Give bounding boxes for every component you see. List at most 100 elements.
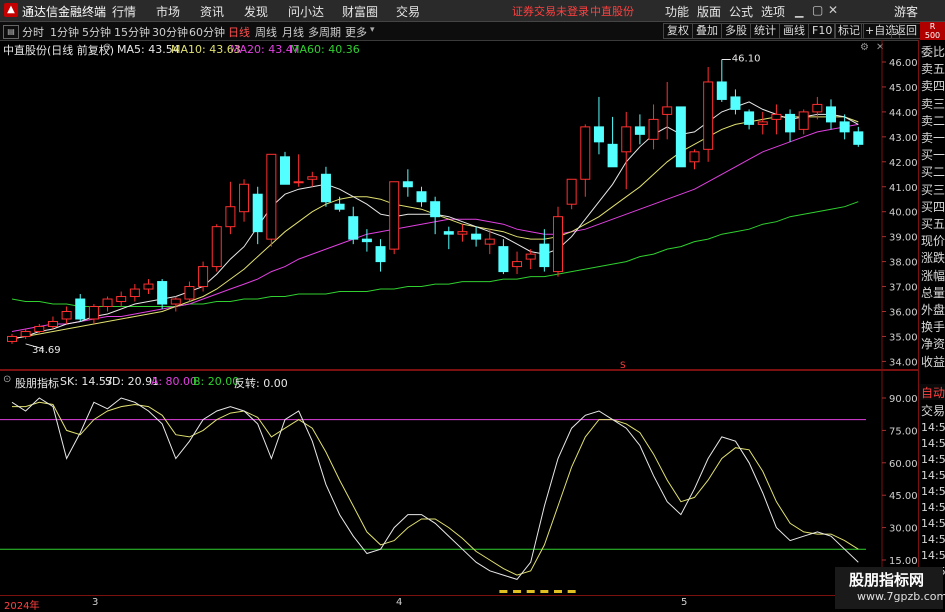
trade-tab[interactable]: 交易	[919, 402, 945, 419]
mark-button[interactable]: 标记	[834, 23, 864, 39]
menu-trade[interactable]: 交易	[396, 3, 420, 20]
menu-ask[interactable]: 问小达	[288, 3, 324, 20]
candle-body	[648, 118, 659, 140]
tf-60min[interactable]: 60分钟	[189, 24, 225, 40]
price-tick-label: 34.00	[889, 357, 918, 368]
price-tick-label: 46.00	[889, 58, 918, 69]
candle-body	[334, 203, 345, 210]
app-logo-icon: ▲	[4, 3, 18, 17]
badge-bottom: 500	[924, 31, 941, 40]
x-axis	[0, 595, 918, 610]
tick-time: 14:56	[921, 517, 945, 530]
watermark-title: 股朋指标网	[849, 571, 925, 589]
more-chevron-icon[interactable]: ▾	[370, 25, 375, 35]
menu-wealth[interactable]: 财富圈	[342, 3, 378, 20]
tick-time: 14:56	[921, 501, 945, 514]
candle-body	[198, 266, 209, 288]
quote-label: 总量	[921, 285, 945, 300]
candle-body	[798, 111, 809, 130]
candle-body	[593, 126, 604, 143]
menu-news[interactable]: 资讯	[200, 3, 224, 20]
stats-button[interactable]: 统计	[750, 23, 780, 39]
menu-layout[interactable]: 版面	[697, 3, 721, 20]
back-button[interactable]: 返回	[891, 23, 921, 39]
candle-body	[703, 81, 714, 150]
candlestick-chart[interactable]: 46.00 45.00 44.00 43.00 42.00 41.00 40.00 39.00…	[0, 40, 918, 369]
tf-1min[interactable]: 1分钟	[50, 24, 79, 40]
auto-tab[interactable]: 自动	[919, 384, 945, 400]
level2-badge[interactable]: R 500	[920, 22, 945, 40]
indicator-tick-label: 15.00	[889, 556, 918, 567]
sk-line	[11, 397, 859, 580]
f10-button[interactable]: F10	[808, 23, 837, 39]
candle-body	[512, 261, 523, 268]
candle-body	[662, 106, 673, 115]
minimize-icon[interactable]: ▁	[795, 5, 803, 18]
quote-label: 现价	[921, 234, 945, 249]
candle-body	[553, 216, 563, 273]
price-tick-label: 36.00	[889, 308, 918, 319]
toolbar-menu-icon[interactable]: ▤	[3, 25, 19, 39]
tf-intraday[interactable]: 分时	[22, 24, 44, 40]
indicator-tick-label: 30.00	[889, 524, 918, 535]
candle-body	[744, 111, 755, 125]
menu-discover[interactable]: 发现	[244, 3, 268, 20]
tf-5min[interactable]: 5分钟	[82, 24, 111, 40]
close-icon[interactable]: ✕	[828, 3, 838, 17]
candle-body	[471, 233, 482, 240]
login-warning[interactable]: 证券交易未登录	[512, 3, 589, 19]
tf-multi[interactable]: 多周期	[308, 24, 341, 40]
candle-body	[402, 181, 413, 188]
restore-icon[interactable]: ▢	[812, 3, 823, 17]
candle-body	[716, 81, 727, 100]
candle-body	[607, 143, 618, 168]
tf-daily[interactable]: 日线	[228, 24, 250, 40]
quote-label: 涨幅	[921, 268, 945, 283]
tick-time: 14:56	[921, 421, 945, 434]
tf-weekly[interactable]: 周线	[255, 24, 277, 40]
guest-login[interactable]: 游客	[894, 3, 918, 20]
candle-body	[307, 176, 318, 180]
price-tick-label: 42.00	[889, 158, 918, 169]
candle-body	[47, 320, 58, 327]
price-tick-label: 43.00	[889, 133, 918, 144]
quote-label: 买三	[921, 182, 945, 197]
quote-label: 收益	[921, 354, 945, 369]
tf-more[interactable]: 更多	[345, 24, 367, 40]
candle-body	[566, 178, 577, 205]
indicator-tick-label: 75.00	[889, 426, 918, 437]
menu-market[interactable]: 市场	[156, 3, 180, 20]
menu-quotes[interactable]: 行情	[112, 3, 136, 20]
menu-options[interactable]: 选项	[761, 3, 785, 20]
x-label-year: 2024年	[4, 601, 40, 612]
indicator-chart[interactable]: 90.00 75.00 60.00 45.00 30.00 15.00	[0, 371, 918, 595]
tf-15min[interactable]: 15分钟	[114, 24, 150, 40]
candle-body	[252, 193, 263, 233]
candle-body	[61, 311, 72, 320]
reversal-bar	[540, 590, 549, 593]
menu-formula[interactable]: 公式	[729, 3, 753, 20]
indicator-tick-label: 60.00	[889, 459, 918, 470]
candle-body	[293, 181, 304, 184]
candle-body	[20, 330, 31, 337]
tf-30min[interactable]: 30分钟	[152, 24, 188, 40]
candle-body	[225, 206, 236, 228]
indicator-tick-label: 90.00	[889, 394, 918, 405]
quote-label: 外盘	[921, 303, 945, 317]
candle-body	[88, 306, 99, 320]
multi-stock-button[interactable]: 多股	[721, 23, 751, 39]
overlay-button[interactable]: 叠加	[692, 23, 722, 39]
adjust-button[interactable]: 复权	[663, 23, 693, 39]
menu-bar: ▲ 通达信金融终端 行情 市场 资讯 发现 问小达 财富圈 交易 证券交易未登录…	[0, 0, 945, 22]
menu-functions[interactable]: 功能	[665, 3, 689, 20]
candle-body	[375, 246, 386, 263]
candle-body	[443, 231, 454, 235]
quote-label: 卖五	[921, 62, 945, 77]
signal-marker: S	[620, 361, 626, 369]
x-label-month-5: 5	[681, 597, 688, 608]
tf-monthly[interactable]: 月线	[282, 24, 304, 40]
draw-button[interactable]: 画线	[779, 23, 809, 39]
candle-body	[239, 183, 250, 213]
candle-body	[389, 181, 400, 250]
candle-body	[771, 113, 782, 120]
